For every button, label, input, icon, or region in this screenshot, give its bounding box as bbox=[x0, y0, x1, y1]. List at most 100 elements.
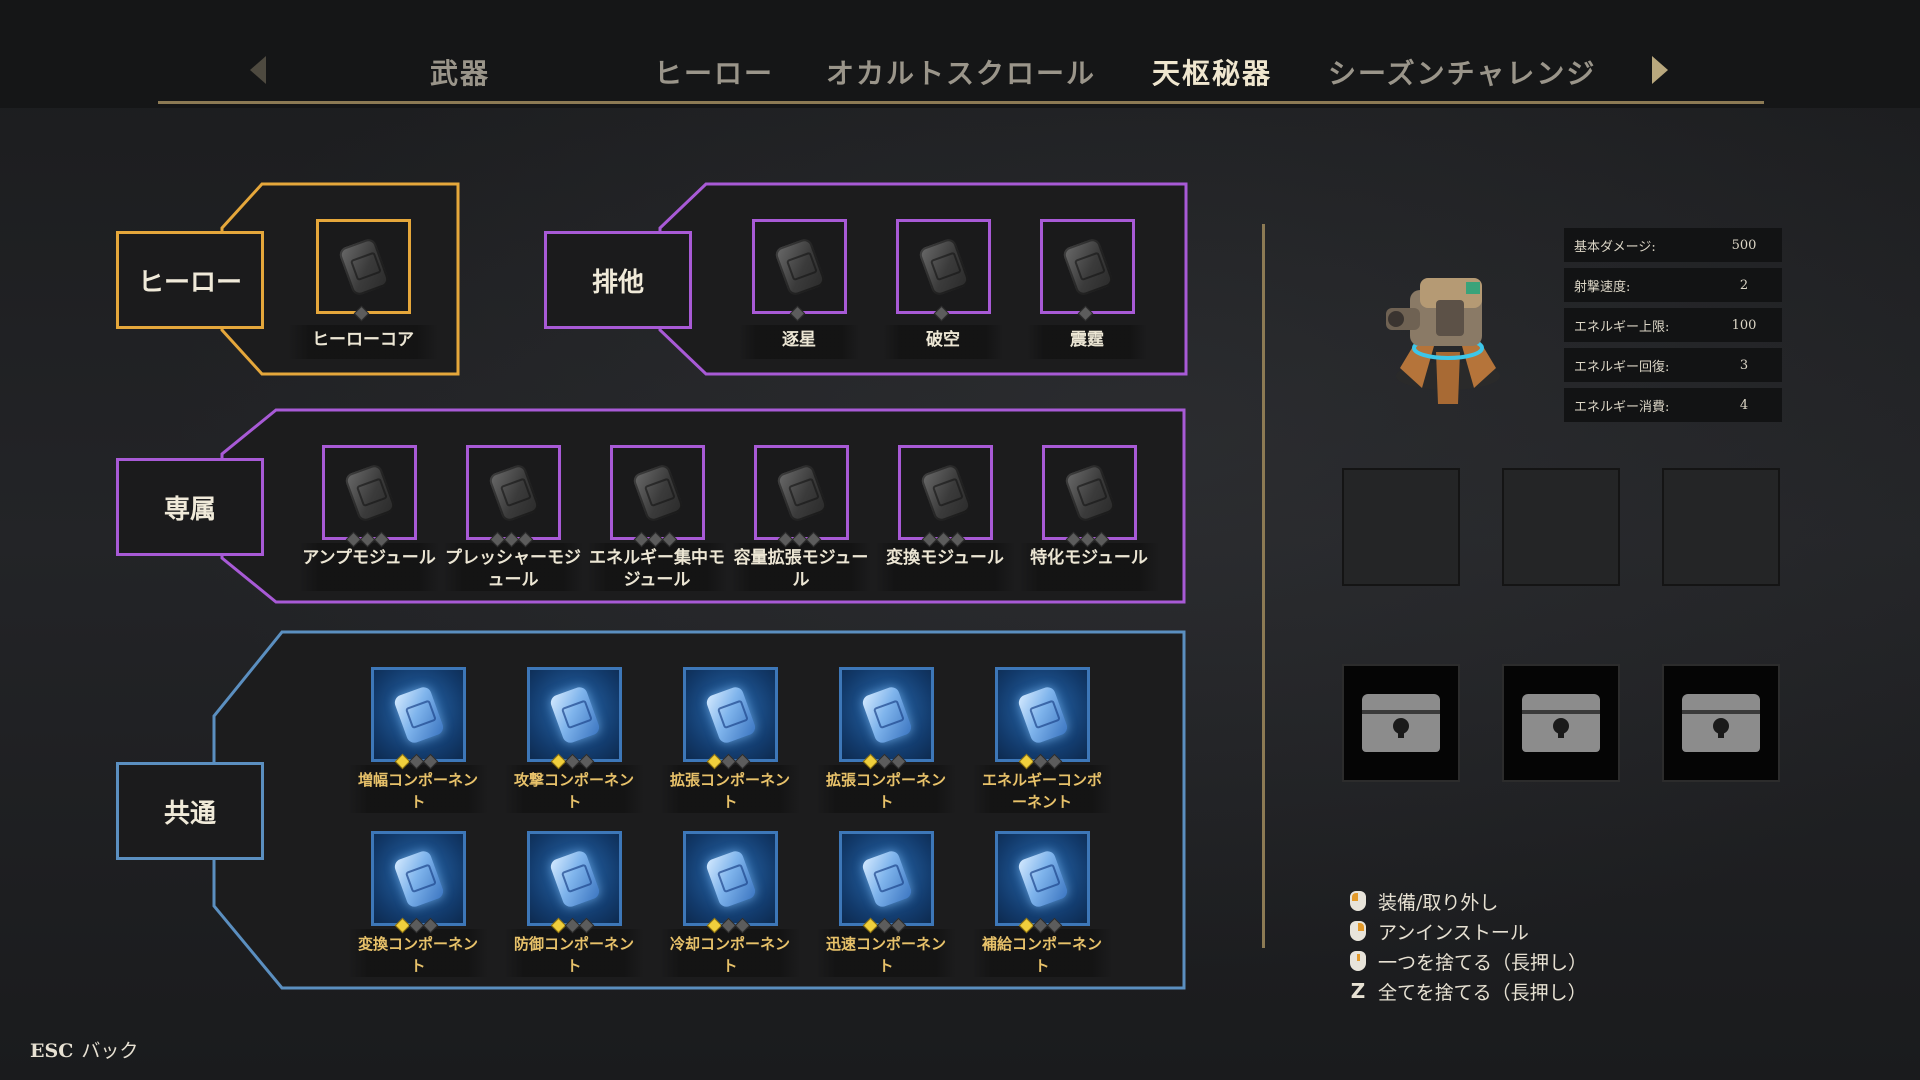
rarity-pips bbox=[550, 753, 595, 770]
common-component-slot[interactable] bbox=[839, 831, 934, 926]
slot-label: 補給コンポーネント bbox=[981, 935, 1102, 975]
slot-label: エネルギー集中モジュール bbox=[589, 548, 725, 590]
pip-empty-icon bbox=[1093, 531, 1110, 548]
hint-uninstall: アンインストール bbox=[1348, 916, 1587, 946]
rarity-pips bbox=[777, 531, 822, 548]
slot-label: 冷却コンポーネント bbox=[669, 935, 790, 975]
storage-slot[interactable] bbox=[1502, 468, 1620, 586]
slot-label: 変換コンポーネント bbox=[357, 935, 478, 975]
hint-text: 一つを捨てる（長押し） bbox=[1378, 951, 1588, 974]
module-canister-icon bbox=[773, 236, 826, 297]
common-component-slot[interactable] bbox=[683, 831, 778, 926]
rarity-pips bbox=[933, 305, 950, 322]
pip-empty-icon bbox=[661, 531, 678, 548]
exclusive-slot[interactable] bbox=[896, 219, 991, 314]
stat-value: 3 bbox=[1739, 357, 1749, 373]
dedicated-module-slot[interactable] bbox=[1042, 445, 1137, 540]
rarity-pips bbox=[862, 753, 907, 770]
pip-empty-icon bbox=[1046, 917, 1063, 934]
mouse-right-icon bbox=[1350, 921, 1366, 941]
stat-label: 射撃速度: bbox=[1574, 279, 1631, 295]
stat-value: 4 bbox=[1739, 397, 1749, 413]
slot-label: エネルギーコンポーネント bbox=[981, 771, 1102, 811]
stat-label: エネルギー上限: bbox=[1574, 319, 1670, 335]
rarity-pips bbox=[921, 531, 966, 548]
slot-label: 破空 bbox=[926, 330, 960, 350]
common-component-slot[interactable] bbox=[371, 667, 466, 762]
pip-empty-icon bbox=[933, 305, 950, 322]
module-canister-icon bbox=[860, 684, 913, 745]
module-canister-icon bbox=[775, 462, 828, 523]
pip-empty-icon bbox=[578, 753, 595, 770]
module-canister-icon bbox=[1063, 462, 1116, 523]
esc-back-button[interactable]: ESC バック bbox=[30, 1036, 138, 1063]
stat-value: 2 bbox=[1739, 277, 1749, 293]
rarity-pips bbox=[1018, 753, 1063, 770]
hint-text: 全てを捨てる（長押し） bbox=[1378, 981, 1587, 1004]
module-canister-icon bbox=[917, 236, 970, 297]
pip-empty-icon bbox=[373, 531, 390, 548]
module-canister-icon bbox=[548, 684, 601, 745]
hint-discard-all: Z 全てを捨てる（長押し） bbox=[1348, 976, 1587, 1006]
locked-slot[interactable] bbox=[1662, 664, 1780, 782]
rarity-pips bbox=[1018, 917, 1063, 934]
stat-label: エネルギー消費: bbox=[1574, 399, 1670, 415]
rarity-pips bbox=[1065, 531, 1110, 548]
z-key-icon: Z bbox=[1350, 979, 1366, 1003]
module-canister-icon bbox=[1016, 848, 1069, 909]
common-component-slot[interactable] bbox=[995, 667, 1090, 762]
common-component-slot[interactable] bbox=[683, 667, 778, 762]
module-canister-icon bbox=[1061, 236, 1114, 297]
stat-row-energy-regen: エネルギー回復: 3 bbox=[1564, 348, 1782, 382]
pip-empty-icon bbox=[578, 917, 595, 934]
slot-label: 特化モジュール bbox=[1030, 548, 1148, 568]
exclusive-slot[interactable] bbox=[1040, 219, 1135, 314]
dedicated-module-slot[interactable] bbox=[898, 445, 993, 540]
common-component-slot[interactable] bbox=[527, 667, 622, 762]
stat-label: 基本ダメージ: bbox=[1574, 239, 1656, 255]
stat-value: 500 bbox=[1731, 237, 1757, 253]
slot-label: 震霆 bbox=[1070, 330, 1104, 350]
dedicated-module-slot[interactable] bbox=[322, 445, 417, 540]
locked-slot[interactable] bbox=[1502, 664, 1620, 782]
exclusive-slot[interactable] bbox=[752, 219, 847, 314]
rarity-pips bbox=[394, 917, 439, 934]
pip-empty-icon bbox=[422, 917, 439, 934]
slot-label: ヒーローコア bbox=[312, 330, 414, 350]
pip-empty-icon bbox=[805, 531, 822, 548]
category-hero: ヒーロー bbox=[116, 231, 264, 329]
esc-key-label: ESC bbox=[30, 1040, 74, 1062]
pip-empty-icon bbox=[734, 917, 751, 934]
common-component-slot[interactable] bbox=[527, 831, 622, 926]
slot-label: 防御コンポーネント bbox=[513, 935, 634, 975]
module-canister-icon bbox=[487, 462, 540, 523]
module-canister-icon bbox=[343, 462, 396, 523]
slot-label: 攻撃コンポーネント bbox=[513, 771, 634, 811]
dedicated-module-slot[interactable] bbox=[610, 445, 705, 540]
stat-value: 100 bbox=[1731, 317, 1757, 333]
pip-empty-icon bbox=[949, 531, 966, 548]
hero-core-slot[interactable] bbox=[316, 219, 411, 314]
locked-slot[interactable] bbox=[1342, 664, 1460, 782]
locked-chest-icon bbox=[1362, 694, 1440, 752]
pip-empty-icon bbox=[422, 753, 439, 770]
hint-equip: 装備/取り外し bbox=[1348, 886, 1587, 916]
common-component-slot[interactable] bbox=[839, 667, 934, 762]
storage-slot[interactable] bbox=[1342, 468, 1460, 586]
storage-slot[interactable] bbox=[1662, 468, 1780, 586]
slot-label: 容量拡張モジュール bbox=[733, 548, 869, 590]
slot-label: プレッシャーモジュール bbox=[445, 548, 581, 590]
rarity-pips bbox=[394, 753, 439, 770]
rarity-pips bbox=[706, 753, 751, 770]
common-component-slot[interactable] bbox=[371, 831, 466, 926]
slot-label: 変換モジュール bbox=[886, 548, 1004, 568]
common-component-slot[interactable] bbox=[995, 831, 1090, 926]
stat-row-base-damage: 基本ダメージ: 500 bbox=[1564, 228, 1782, 262]
turret-icon bbox=[1386, 278, 1500, 404]
pip-empty-icon bbox=[890, 753, 907, 770]
rarity-pips bbox=[345, 531, 390, 548]
control-hints: 装備/取り外し アンインストール 一つを捨てる（長押し） Z 全てを捨てる（長押… bbox=[1348, 886, 1587, 1006]
dedicated-module-slot[interactable] bbox=[754, 445, 849, 540]
category-exclusive: 排他 bbox=[544, 231, 692, 329]
dedicated-module-slot[interactable] bbox=[466, 445, 561, 540]
